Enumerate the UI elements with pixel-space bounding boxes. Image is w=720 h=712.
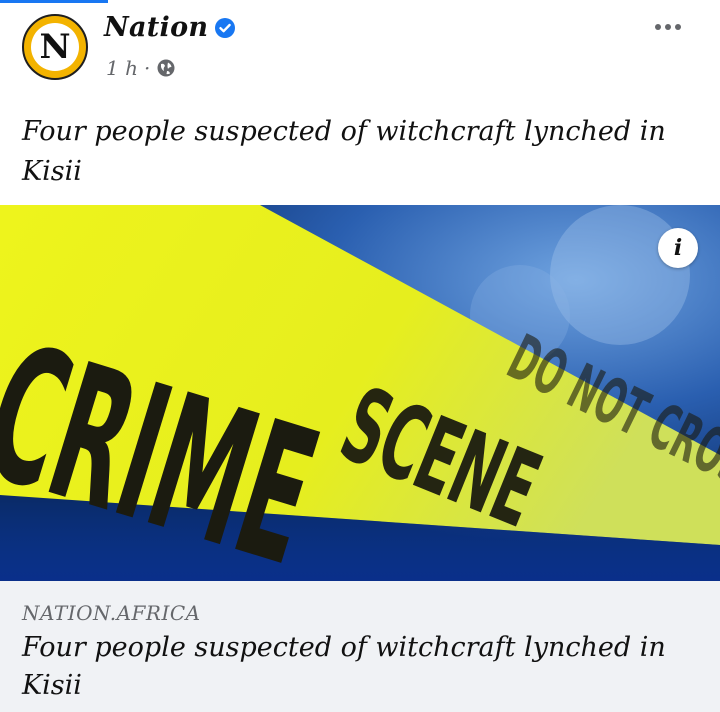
- facebook-post: N Nation 1 h · Four people suspected of …: [0, 0, 720, 712]
- post-time[interactable]: 1 h: [106, 56, 138, 80]
- post-header: N Nation 1 h ·: [0, 0, 720, 100]
- meta-separator: ·: [143, 56, 151, 80]
- more-dot: [665, 24, 671, 30]
- post-meta: 1 h ·: [106, 56, 176, 80]
- page-name[interactable]: Nation: [104, 12, 208, 43]
- link-preview-image[interactable]: CRIME SCENE DO NOT CROSS: [0, 205, 720, 581]
- avatar-letter: N: [31, 23, 79, 71]
- page-avatar[interactable]: N: [22, 14, 88, 80]
- more-options-button[interactable]: [646, 12, 690, 42]
- crime-scene-tape-image: CRIME SCENE DO NOT CROSS: [0, 205, 720, 581]
- page-name-row: Nation: [104, 12, 236, 43]
- globe-icon: [156, 58, 176, 78]
- link-title[interactable]: Four people suspected of witchcraft lync…: [22, 629, 698, 705]
- verified-badge-icon: [214, 17, 236, 39]
- link-domain: NATION.AFRICA: [22, 601, 201, 625]
- more-horizontal-icon: [655, 24, 661, 30]
- info-icon[interactable]: i: [658, 228, 698, 268]
- link-preview-footer[interactable]: NATION.AFRICA Four people suspected of w…: [0, 581, 720, 712]
- more-dot: [675, 24, 681, 30]
- post-caption: Four people suspected of witchcraft lync…: [22, 116, 666, 187]
